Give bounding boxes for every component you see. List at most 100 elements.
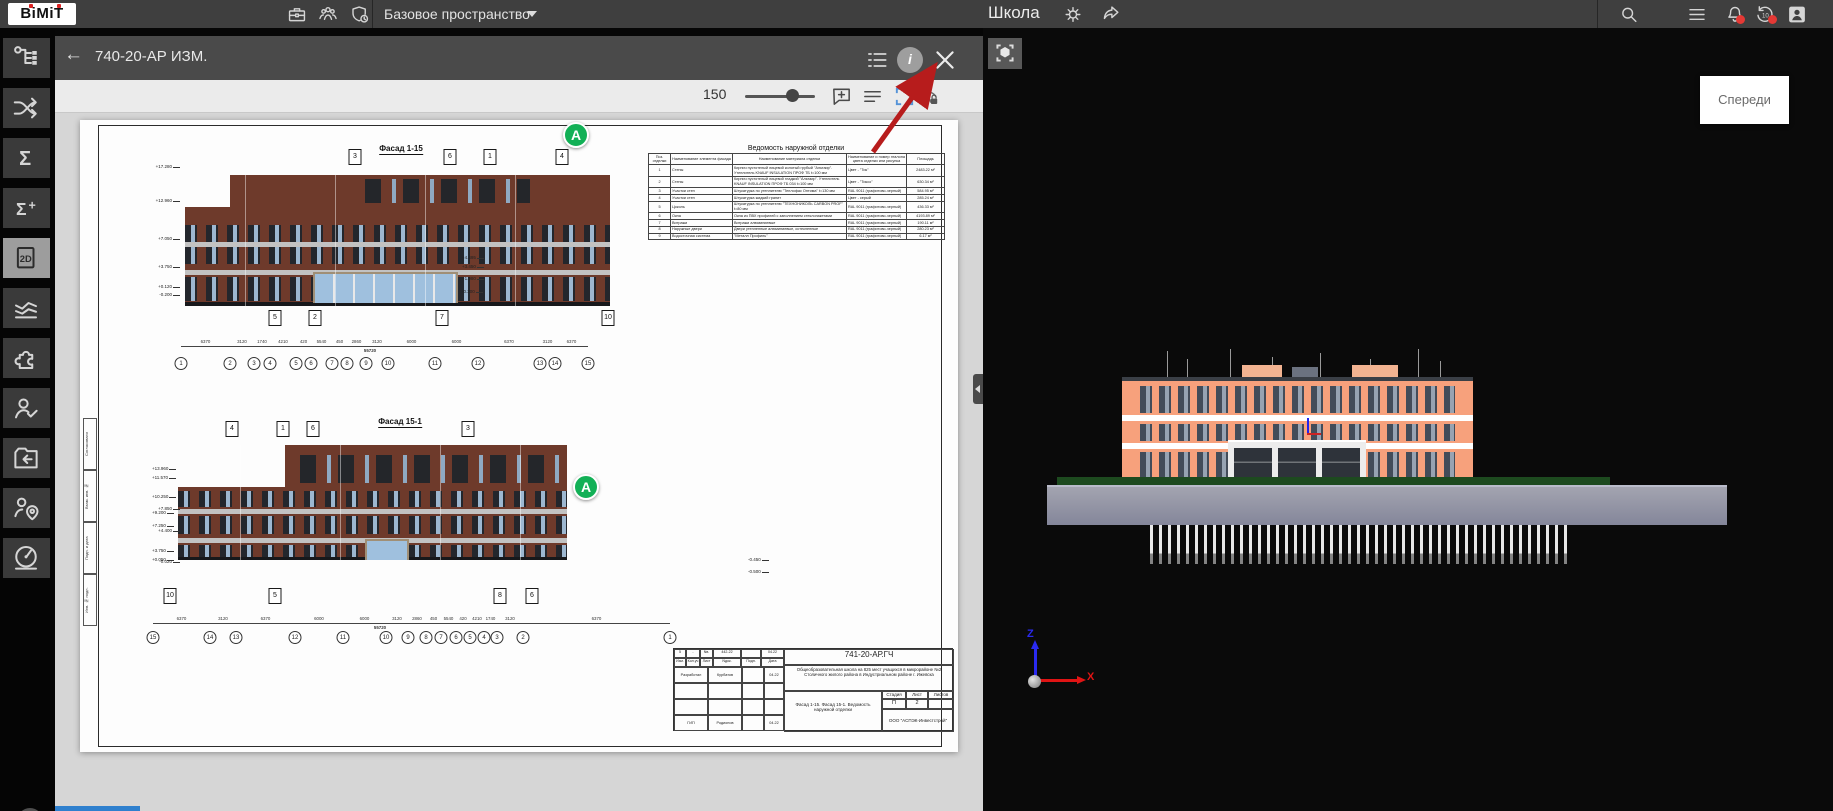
- titleblock-cell: -: [686, 649, 700, 658]
- callout-box[interactable]: 4: [556, 149, 569, 165]
- dimension-value: 5540: [317, 339, 327, 344]
- workspace-selector[interactable]: Базовое пространство: [384, 6, 530, 22]
- search-icon[interactable]: [1618, 4, 1640, 25]
- sidebar-item-view-2d[interactable]: 2D: [3, 238, 50, 278]
- callout-box[interactable]: 4: [226, 421, 239, 437]
- dimension-value: 1740: [257, 339, 267, 344]
- team-icon[interactable]: [317, 4, 339, 25]
- elevation-mark: +12.960: [120, 197, 180, 203]
- elevation-mark: -0.500: [748, 568, 769, 574]
- title-block-sheet-name: Фасад 1-15. Фасад 15-1. Ведомость наружн…: [784, 691, 882, 732]
- sidebar-item-charts[interactable]: [3, 288, 50, 328]
- sidebar-item-sum-add[interactable]: Σ+: [3, 188, 50, 228]
- company-name: ООО "АСПЭК-Инвестстрой": [882, 709, 954, 732]
- grid-bubble: 15: [147, 631, 160, 644]
- facade-1-15-drawing[interactable]: [185, 175, 610, 306]
- titleblock-cell: Nв.: [700, 649, 713, 658]
- close-icon[interactable]: [932, 47, 958, 73]
- callout-box[interactable]: 2: [309, 310, 322, 326]
- view-lock-icon[interactable]: [917, 85, 940, 108]
- dimension-value: 3120: [392, 616, 402, 621]
- dimension-value: 450: [336, 339, 343, 344]
- callout-box[interactable]: 5: [269, 588, 282, 604]
- gear-icon[interactable]: [1062, 4, 1084, 25]
- callout-box[interactable]: 6: [526, 588, 539, 604]
- focus-element-button[interactable]: [988, 38, 1022, 69]
- view-cube-front[interactable]: Спереди: [1700, 76, 1789, 124]
- comment-add-icon[interactable]: [830, 85, 853, 108]
- title-block-code: 741-20-АР.ГЧ: [784, 649, 954, 665]
- align-lines-icon[interactable]: [861, 85, 884, 108]
- elevation-mark: +7.050: [120, 235, 180, 241]
- titleblock-cell: [741, 649, 761, 658]
- fit-selection-icon[interactable]: [893, 85, 916, 108]
- sidebar-item-user-location[interactable]: [3, 488, 50, 528]
- grid-bubble: 12: [472, 357, 485, 370]
- callout-box[interactable]: 7: [436, 310, 449, 326]
- callout-box[interactable]: 6: [444, 149, 457, 165]
- profile-icon[interactable]: [1786, 4, 1808, 25]
- sidebar-item-plugin[interactable]: [3, 338, 50, 378]
- axis-z-arrow: [1031, 640, 1039, 649]
- callout-box[interactable]: 3: [462, 421, 475, 437]
- callout-box[interactable]: 1: [484, 149, 497, 165]
- table-row: 3Участки стенШтукатурка по утеплителю "Т…: [649, 188, 945, 195]
- sidebar-item-sum[interactable]: Σ: [3, 138, 50, 178]
- sidebar-item-user-check[interactable]: [3, 388, 50, 428]
- svg-text:Σ: Σ: [16, 199, 27, 219]
- panel-collapse-handle[interactable]: [973, 374, 983, 404]
- table-row: 7ВитражиВитражи алюминиевыеRAL 9011 (гра…: [649, 220, 945, 227]
- annotation-marker[interactable]: A: [573, 474, 599, 500]
- callout-box[interactable]: 6: [307, 421, 320, 437]
- titleblock-cell: 5: [674, 649, 686, 658]
- info-icon[interactable]: i: [897, 47, 923, 73]
- elevation-mark: -0.450: [748, 556, 769, 562]
- grid-bubble: 13: [534, 357, 547, 370]
- sidebar-item-shuffle[interactable]: [3, 88, 50, 128]
- bimit-logo[interactable]: BiMiT: [8, 3, 76, 25]
- list-icon[interactable]: [1686, 4, 1708, 25]
- titleblock-cell: Лист: [700, 658, 713, 667]
- viewer-3d[interactable]: Спереди: [983, 28, 1833, 811]
- grid-bubble: 11: [337, 631, 350, 644]
- dimension-line: [181, 346, 588, 347]
- back-button[interactable]: ←: [64, 44, 86, 66]
- callout-box[interactable]: 8: [494, 588, 507, 604]
- callout-box[interactable]: 10: [164, 588, 177, 604]
- titleblock-cell: [764, 683, 784, 699]
- title-block-signatures: 5-Nв.442-2204.22Изм.Кол.учЛистNдок.Подп.…: [674, 649, 784, 732]
- callout-box[interactable]: 3: [349, 149, 362, 165]
- chevron-down-icon[interactable]: [527, 11, 537, 17]
- zoom-value: 150: [703, 86, 726, 102]
- shield-clock-icon[interactable]: [349, 4, 371, 25]
- table-row: 8Наружные двериДвери утепленные алюминие…: [649, 226, 945, 233]
- grid-bubble: 3: [248, 357, 261, 370]
- sidebar-item-model-tree[interactable]: [3, 38, 50, 78]
- grid-bubble: 7: [326, 357, 339, 370]
- annotation-marker[interactable]: A: [563, 122, 589, 148]
- dimension-total: 55720: [364, 348, 376, 353]
- facade-15-1-drawing[interactable]: [150, 445, 567, 560]
- callout-box[interactable]: 10: [602, 310, 615, 326]
- sheet-list-icon[interactable]: [864, 47, 890, 73]
- callout-box[interactable]: 5: [269, 310, 282, 326]
- elevation-mark: +3.450: [462, 263, 484, 269]
- dimension-value: 4210: [472, 616, 482, 621]
- briefcase-icon[interactable]: [286, 4, 308, 25]
- sidebar-item-folder-share[interactable]: [3, 438, 50, 478]
- titleblock-cell: ГИП: [674, 715, 708, 731]
- dimension-value: 6370: [567, 339, 577, 344]
- zoom-slider-track[interactable]: [745, 95, 815, 98]
- drawing-sheet[interactable]: Ведомость наружной отделки Поз. отделкиН…: [80, 120, 958, 752]
- titleblock-cell: 04.22: [764, 715, 784, 731]
- elevation-mark: +4.495: [462, 254, 484, 260]
- sidebar-item-gauge[interactable]: [3, 538, 50, 578]
- elevation-mark: +3.750: [120, 263, 180, 269]
- zoom-slider-handle[interactable]: [786, 89, 799, 102]
- dimension-value: 6370: [261, 616, 271, 621]
- dimension-value: 6000: [452, 339, 462, 344]
- share-icon[interactable]: [1100, 4, 1122, 25]
- table-row: 5ЦокольШтукатурка по утеплителю "ТЕХНОНИ…: [649, 201, 945, 212]
- axis-x-arrow: [1077, 676, 1086, 684]
- callout-box[interactable]: 1: [277, 421, 290, 437]
